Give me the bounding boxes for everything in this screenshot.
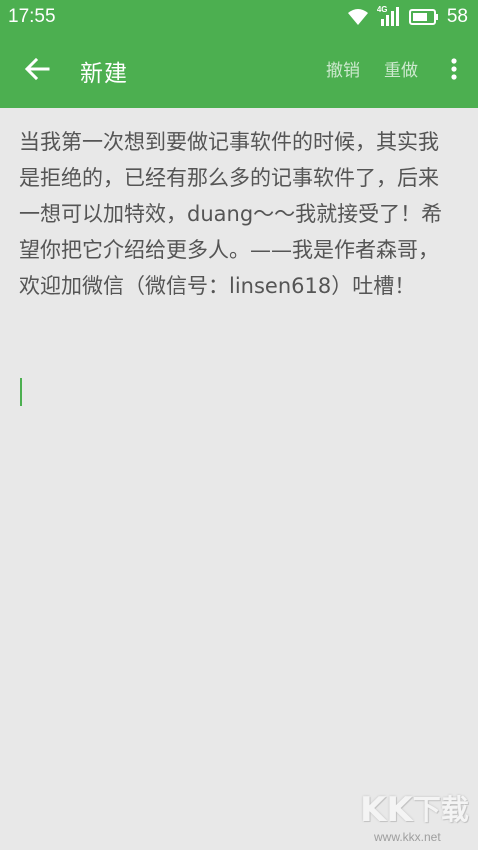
watermark-logo: K K 下 载 bbox=[360, 790, 469, 830]
watermark: K K 下 载 www.kkx.net bbox=[360, 790, 470, 846]
more-vert-icon bbox=[450, 57, 458, 85]
text-cursor bbox=[20, 378, 22, 406]
battery-icon bbox=[408, 9, 439, 25]
status-bar: 17:55 4G 58 bbox=[0, 0, 478, 34]
back-button[interactable] bbox=[0, 34, 74, 108]
back-arrow-icon bbox=[24, 57, 50, 85]
note-content[interactable]: 当我第一次想到要做记事软件的时候，其实我是拒绝的，已经有那么多的记事软件了，后来… bbox=[19, 124, 459, 304]
network-type-label: 4G bbox=[376, 5, 388, 14]
battery-level: 58 bbox=[446, 6, 468, 27]
note-editor[interactable]: 当我第一次想到要做记事软件的时候，其实我是拒绝的，已经有那么多的记事软件了，后来… bbox=[0, 108, 478, 850]
redo-button[interactable]: 重做 bbox=[372, 34, 430, 108]
wifi-icon bbox=[347, 8, 369, 26]
watermark-letter: K bbox=[386, 790, 413, 830]
status-icons: 4G 58 bbox=[347, 5, 468, 28]
more-options-button[interactable] bbox=[430, 34, 478, 108]
page-title: 新建 bbox=[80, 61, 128, 87]
status-time: 17:55 bbox=[8, 6, 56, 27]
watermark-letter: 下 bbox=[412, 793, 441, 826]
watermark-letter: 载 bbox=[440, 793, 469, 826]
signal-icon: 4G bbox=[376, 5, 401, 27]
watermark-url: www.kkx.net bbox=[374, 830, 441, 844]
watermark-letter: K bbox=[360, 790, 387, 830]
undo-button[interactable]: 撤销 bbox=[314, 34, 372, 108]
app-bar: 新建 撤销 重做 bbox=[0, 34, 478, 108]
